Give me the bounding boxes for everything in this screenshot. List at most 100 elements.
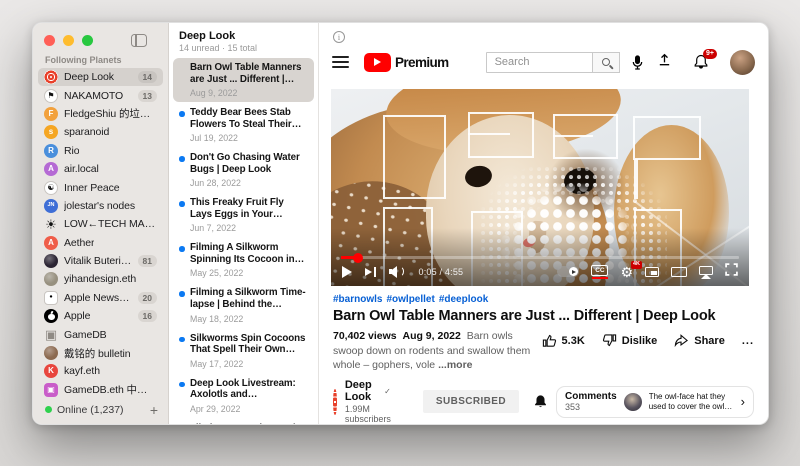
- sidebar-feed-item[interactable]: K kayf.eth: [38, 362, 163, 380]
- settings-gear-icon[interactable]: 4K: [620, 265, 633, 279]
- sidebar-feed-item[interactable]: A Aether: [38, 234, 163, 252]
- sidebar-feed-item[interactable]: ▣ GameDB: [38, 325, 163, 343]
- feed-name: GameDB.eth 中文版: [64, 382, 157, 397]
- next-video-icon[interactable]: [365, 267, 376, 277]
- feed-icon: F: [44, 107, 58, 121]
- video-player[interactable]: 0:05 / 4:55 CC 4K: [331, 89, 749, 286]
- minimize-window-button[interactable]: [63, 35, 74, 46]
- play-icon[interactable]: [342, 266, 352, 278]
- zoom-window-button[interactable]: [82, 35, 93, 46]
- unread-dot: [179, 246, 185, 252]
- article-date: Jun 28, 2022: [190, 178, 307, 188]
- article-list-item[interactable]: Filming Barnacle Sex! | Behind the Scene…: [173, 419, 314, 424]
- article-list-item[interactable]: Silkworms Spin Cocoons That Spell Their …: [173, 329, 314, 373]
- unread-dot: [179, 291, 185, 297]
- hashtag-links: #barnowls #owlpellet #deeplook: [333, 294, 754, 305]
- voice-search-icon[interactable]: [631, 55, 644, 70]
- miniplayer-icon[interactable]: [645, 267, 659, 277]
- article-date: May 18, 2022: [190, 314, 307, 324]
- hashtag-link[interactable]: #deeplook: [439, 294, 488, 305]
- channel-notifications-bell-icon[interactable]: [533, 394, 548, 409]
- captions-button[interactable]: CC: [591, 265, 608, 280]
- toggle-sidebar-icon[interactable]: [131, 34, 147, 47]
- close-window-button[interactable]: [44, 35, 55, 46]
- menu-icon[interactable]: [332, 56, 349, 68]
- article-list-header: Deep Look 14 unread · 15 total: [169, 23, 318, 56]
- deeplook-logo-outline: [553, 135, 593, 137]
- article-title: Silkworms Spin Cocoons That Spell Their …: [190, 333, 307, 356]
- feed-icon: [44, 309, 58, 323]
- view-count: 70,402 views: [333, 330, 397, 342]
- sidebar-section-label: Following Planets: [45, 55, 168, 65]
- video-meta-row: 70,402 views Aug 9, 2022 Barn owls swoop…: [333, 329, 754, 372]
- article-list-item[interactable]: Filming a Silkworm Time-lapse | Behind t…: [173, 283, 314, 327]
- article-list-item[interactable]: Barn Owl Table Manners are Just ... Diff…: [173, 58, 314, 102]
- unread-count-badge: 14: [138, 71, 157, 83]
- sidebar-feed-item[interactable]: R Rio: [38, 142, 163, 160]
- unread-count-badge: 16: [138, 310, 157, 322]
- search-icon: [602, 58, 610, 66]
- channel-name[interactable]: Deep Look ✓: [345, 379, 391, 403]
- sidebar-feed-item[interactable]: JN jolestar's nodes: [38, 197, 163, 215]
- unread-dot: [179, 201, 185, 207]
- feed-name: Aether: [64, 237, 94, 249]
- sidebar-feed-item[interactable]: ▣ GameDB.eth 中文版: [38, 381, 163, 399]
- search-bar: [486, 52, 620, 73]
- sidebar-feed-item[interactable]: ☯ Inner Peace: [38, 178, 163, 196]
- channel-avatar[interactable]: [333, 389, 337, 415]
- dislike-button[interactable]: Dislike: [602, 333, 657, 348]
- fullscreen-icon[interactable]: [725, 263, 738, 281]
- feed-name: air.local: [64, 163, 99, 175]
- feed-icon: [44, 346, 58, 360]
- comments-preview-card[interactable]: Comments 353 The owl-face hat they used …: [556, 386, 754, 418]
- sidebar-feed-item[interactable]: s sparanoid: [38, 123, 163, 141]
- feed-icon: ●: [44, 291, 58, 305]
- show-more-link[interactable]: ...more: [438, 359, 472, 371]
- player-controls-right: CC 4K: [557, 263, 738, 281]
- article-list-item[interactable]: Filming A Silkworm Spinning Its Cocoon i…: [173, 238, 314, 282]
- article-list-item[interactable]: Teddy Bear Bees Stab Flowers To Steal Th…: [173, 103, 314, 147]
- channel-name-label: Deep Look: [345, 379, 381, 403]
- search-input[interactable]: [486, 52, 593, 73]
- volume-icon[interactable]: [389, 265, 406, 278]
- youtube-logo-label: Premium: [395, 55, 449, 70]
- article-list-item[interactable]: Don't Go Chasing Water Bugs | Deep Look …: [173, 148, 314, 192]
- article-list-item[interactable]: Deep Look Livestream: Axolotls and Hummi…: [173, 374, 314, 418]
- hashtag-link[interactable]: #owlpellet: [386, 294, 434, 305]
- search-button[interactable]: [592, 52, 620, 73]
- article-title: Barn Owl Table Manners are Just ... Diff…: [190, 62, 307, 85]
- feed-icon: ☯: [44, 181, 58, 195]
- page-info-icon[interactable]: [333, 31, 345, 43]
- verified-icon: ✓: [384, 387, 391, 396]
- unread-dot: [179, 111, 185, 117]
- feed-icon: ▣: [44, 383, 58, 397]
- like-button[interactable]: 5.3K: [542, 333, 585, 348]
- hashtag-link[interactable]: #barnowls: [333, 294, 382, 305]
- notifications-bell-icon[interactable]: 9+: [693, 54, 709, 70]
- quality-badge: 4K: [631, 261, 642, 269]
- theater-mode-icon[interactable]: [671, 267, 687, 277]
- upload-icon[interactable]: [657, 52, 672, 72]
- article-list-item[interactable]: This Freaky Fruit Fly Lays Eggs in Your …: [173, 193, 314, 237]
- sidebar-feed-item[interactable]: F FledgeShiu 的垃圾堆: [38, 105, 163, 123]
- sidebar-feed-item[interactable]: Apple 16: [38, 307, 163, 325]
- account-avatar[interactable]: [730, 50, 755, 75]
- sidebar-feed-item[interactable]: ⚑ NAKAMOTO 13: [38, 86, 163, 104]
- autoplay-toggle[interactable]: [557, 266, 579, 277]
- more-actions-button[interactable]: ...: [742, 335, 754, 347]
- sidebar-feed-item[interactable]: 戴铭的 bulletin: [38, 344, 163, 362]
- share-button[interactable]: Share: [674, 333, 725, 348]
- expand-comments-chevron-icon[interactable]: ›: [741, 394, 745, 409]
- sidebar-feed-item[interactable]: ● Apple Newsroom 20: [38, 289, 163, 307]
- subscribed-button[interactable]: SUBSCRIBED: [423, 390, 519, 413]
- youtube-premium-logo[interactable]: Premium: [364, 53, 449, 72]
- sidebar-feed-item[interactable]: yihandesign.eth: [38, 270, 163, 288]
- sidebar-feed-item[interactable]: ☀ LOW←TECH MAGAZINE: [38, 215, 163, 233]
- sidebar-feed-item[interactable]: A air.local: [38, 160, 163, 178]
- add-feed-button[interactable]: +: [150, 403, 158, 417]
- sidebar-feed-item[interactable]: Vitalik Buterin's we... 81: [38, 252, 163, 270]
- feed-name: Rio: [64, 145, 79, 157]
- video-actions: 5.3K Dislike Share ...: [542, 333, 754, 348]
- sidebar-feed-item[interactable]: Deep Look 14: [38, 68, 163, 86]
- airplay-icon[interactable]: [699, 266, 713, 275]
